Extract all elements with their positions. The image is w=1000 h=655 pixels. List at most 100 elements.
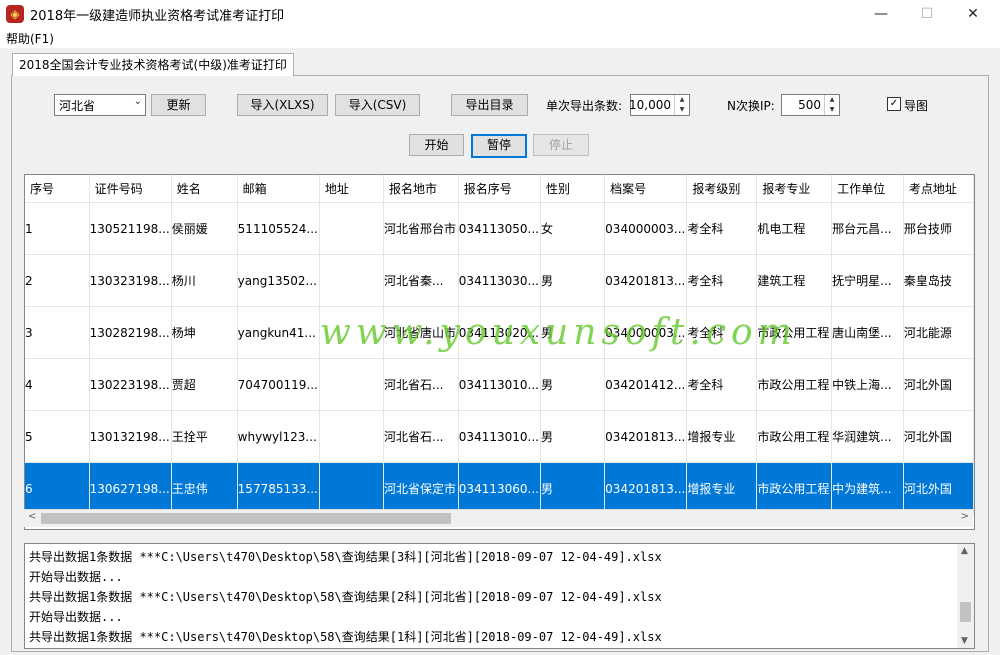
table-cell[interactable]: 建筑工程	[756, 254, 833, 307]
column-header[interactable]: 邮箱	[237, 175, 320, 203]
table-cell[interactable]: 130223198...	[89, 358, 172, 411]
table-cell[interactable]: 157785133...	[237, 462, 320, 515]
table-cell[interactable]: 2	[25, 254, 90, 307]
update-button[interactable]: 更新	[151, 94, 206, 116]
table-cell[interactable]: 511105524...	[237, 202, 320, 255]
table-cell[interactable]: 邢台元昌...	[831, 202, 904, 255]
tab-exam-print[interactable]: 2018全国会计专业技术资格考试(中级)准考证打印	[12, 53, 294, 76]
table-cell[interactable]	[319, 462, 385, 515]
column-header[interactable]: 姓名	[171, 175, 238, 203]
table-cell[interactable]: 中为建筑...	[831, 462, 904, 515]
maximize-button[interactable]: ☐	[904, 0, 950, 28]
stop-button[interactable]: 停止	[533, 134, 589, 156]
export-dir-button[interactable]: 导出目录	[451, 94, 528, 116]
table-cell[interactable]: 增报专业	[686, 410, 758, 463]
table-cell[interactable]: 704700119...	[237, 358, 320, 411]
province-select[interactable]: 河北省 ⌄	[54, 94, 146, 116]
column-header[interactable]: 序号	[25, 175, 90, 203]
column-header[interactable]: 报名序号	[458, 175, 541, 203]
column-header[interactable]: 报名地市	[383, 175, 459, 203]
export-image-checkbox[interactable]: ✓	[887, 97, 901, 111]
table-cell[interactable]: 河北外国	[903, 410, 974, 463]
table-cell[interactable]: 华润建筑...	[831, 410, 904, 463]
table-cell[interactable]: 秦皇岛技	[903, 254, 974, 307]
scrollbar-thumb[interactable]	[960, 602, 971, 622]
vertical-scrollbar[interactable]: ▲ ▼	[957, 544, 974, 648]
table-cell[interactable]: 034113060...	[458, 462, 541, 515]
table-cell[interactable]: 抚宁明星...	[831, 254, 904, 307]
table-cell[interactable]: 贾超	[171, 358, 238, 411]
close-button[interactable]: ✕	[950, 0, 996, 28]
column-header[interactable]: 档案号	[604, 175, 688, 203]
table-cell[interactable]: 机电工程	[756, 202, 833, 255]
ip-switch-stepper[interactable]: 500 ▲ ▼	[781, 94, 840, 116]
table-cell[interactable]: whywyl123...	[237, 410, 320, 463]
table-cell[interactable]: 杨川	[171, 254, 238, 307]
table-cell[interactable]: 034201813...	[604, 410, 688, 463]
pause-button[interactable]: 暂停	[471, 134, 527, 158]
table-cell[interactable]: 河北外国	[903, 358, 974, 411]
table-cell[interactable]: 增报专业	[686, 462, 758, 515]
stepper-arrows[interactable]: ▲ ▼	[824, 95, 839, 115]
table-cell[interactable]: 034201813...	[604, 462, 688, 515]
table-cell[interactable]: 考全科	[686, 358, 758, 411]
table-cell[interactable]: 男	[540, 462, 606, 515]
arrow-down-icon[interactable]: ▼	[675, 105, 689, 115]
table-cell[interactable]: 130282198...	[89, 306, 172, 359]
table-cell[interactable]: 5	[25, 410, 90, 463]
table-cell[interactable]: 河北省保定市	[383, 462, 459, 515]
table-cell[interactable]: 唐山南堡...	[831, 306, 904, 359]
chevron-right-icon[interactable]: >	[961, 511, 969, 522]
table-cell[interactable]: 王忠伟	[171, 462, 238, 515]
table-cell[interactable]: 河北省石...	[383, 358, 459, 411]
table-cell[interactable]: 034201813...	[604, 254, 688, 307]
table-cell[interactable]: 034113010...	[458, 410, 541, 463]
chevron-up-icon[interactable]: ▲	[961, 546, 968, 556]
log-output[interactable]: 共导出数据1条数据 ***C:\Users\t470\Desktop\58\查询…	[24, 543, 975, 649]
column-header[interactable]: 考点地址	[903, 175, 974, 203]
table-cell[interactable]: 男	[540, 254, 606, 307]
menu-help[interactable]: 帮助(F1)	[6, 30, 54, 47]
chevron-down-icon[interactable]: ▼	[961, 636, 968, 646]
table-cell[interactable]	[319, 358, 385, 411]
minimize-button[interactable]: —	[858, 0, 904, 28]
table-cell[interactable]	[319, 254, 385, 307]
arrow-down-icon[interactable]: ▼	[825, 105, 839, 115]
table-cell[interactable]: 130627198...	[89, 462, 172, 515]
table-cell[interactable]: 河北能源	[903, 306, 974, 359]
table-cell[interactable]: 130323198...	[89, 254, 172, 307]
column-header[interactable]: 报考专业	[756, 175, 833, 203]
scrollbar-thumb[interactable]	[41, 513, 451, 524]
table-row[interactable]: 5 130132198... 王拴平 whywyl123... 河北省石... 03411…	[25, 410, 974, 463]
table-cell[interactable]: 王拴平	[171, 410, 238, 463]
table-cell[interactable]: 034113030...	[458, 254, 541, 307]
table-cell[interactable]: 邢台技师	[903, 202, 974, 255]
table-cell[interactable]: 3	[25, 306, 90, 359]
start-button[interactable]: 开始	[409, 134, 464, 156]
chevron-left-icon[interactable]: <	[28, 511, 36, 522]
column-header[interactable]: 地址	[319, 175, 385, 203]
table-cell[interactable]: 侯丽媛	[171, 202, 238, 255]
table-cell[interactable]: 034113050...	[458, 202, 541, 255]
table-cell[interactable]: 130132198...	[89, 410, 172, 463]
table-cell[interactable]: yang13502...	[237, 254, 320, 307]
import-xlxs-button[interactable]: 导入(XLXS)	[237, 94, 328, 116]
table-cell[interactable]: 考全科	[686, 202, 758, 255]
table-cell[interactable]: 男	[540, 358, 606, 411]
stepper-arrows[interactable]: ▲ ▼	[674, 95, 689, 115]
import-csv-button[interactable]: 导入(CSV)	[335, 94, 420, 116]
arrow-up-icon[interactable]: ▲	[675, 95, 689, 105]
table-cell[interactable]: 034113010...	[458, 358, 541, 411]
table-cell[interactable]: 女	[540, 202, 606, 255]
table-cell[interactable]: 130521198...	[89, 202, 172, 255]
table-cell[interactable]: 杨坤	[171, 306, 238, 359]
column-header[interactable]: 工作单位	[831, 175, 904, 203]
table-cell[interactable]: 市政公用工程	[756, 462, 833, 515]
table-cell[interactable]: 河北省邢台市	[383, 202, 459, 255]
batch-size-stepper[interactable]: 10,000 ▲ ▼	[629, 94, 690, 116]
arrow-up-icon[interactable]: ▲	[825, 95, 839, 105]
table-cell[interactable]: yangkun41...	[237, 306, 320, 359]
column-header[interactable]: 报考级别	[686, 175, 758, 203]
horizontal-scrollbar[interactable]: < >	[24, 509, 973, 527]
table-row[interactable]: 1 130521198... 侯丽媛 511105524... 河北省邢台市 034113…	[25, 202, 974, 255]
